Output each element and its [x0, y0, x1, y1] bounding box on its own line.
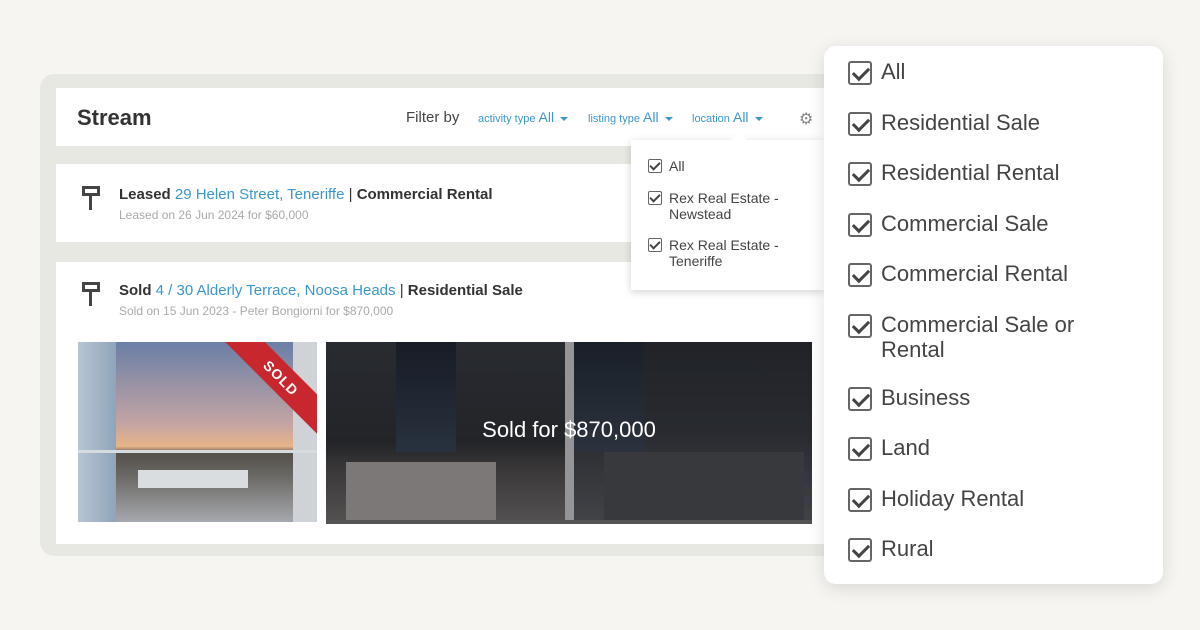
filter-label: location: [692, 113, 730, 125]
activity-address-link[interactable]: 29 Helen Street, Teneriffe: [175, 186, 345, 203]
option-label: Business: [881, 385, 971, 410]
option-label: All: [881, 59, 906, 84]
activity-listing-type: Residential Sale: [407, 282, 523, 299]
caret-down-icon: [560, 117, 569, 122]
option-label: Rural: [881, 536, 934, 561]
option-label: Commercial Rental: [881, 261, 1069, 286]
caret-down-icon: [664, 117, 673, 122]
checkbox-checked-icon[interactable]: [648, 191, 662, 205]
option-label: Holiday Rental: [881, 486, 1025, 511]
activity-detail: Sold on 15 Jun 2023 - Peter Bongiorni fo…: [119, 304, 394, 318]
activity-address-link[interactable]: 4 / 30 Alderly Terrace, Noosa Heads: [156, 282, 396, 299]
activity-headline: Leased 29 Helen Street, Teneriffe | Comm…: [119, 186, 493, 203]
separator: |: [399, 282, 404, 299]
checkbox-checked-icon[interactable]: [848, 387, 872, 411]
activity-listing-type: Commercial Rental: [356, 186, 493, 203]
checkbox-checked-icon[interactable]: [848, 112, 872, 136]
filter-value: All: [538, 109, 555, 125]
option-label: Commercial Sale: [881, 211, 1049, 236]
activity-action: Leased: [119, 186, 171, 203]
photo-detail: [78, 450, 317, 453]
checkbox-checked-icon[interactable]: [848, 213, 872, 237]
checkbox-checked-icon[interactable]: [848, 538, 872, 562]
flag-icon: [82, 282, 100, 306]
checkbox-checked-icon[interactable]: [848, 437, 872, 461]
activity-detail: Leased on 26 Jun 2024 for $60,000: [119, 208, 309, 222]
photo-detail: [78, 342, 116, 522]
checkbox-checked-icon[interactable]: [848, 488, 872, 512]
checkbox-checked-icon[interactable]: [848, 61, 872, 85]
separator: |: [348, 186, 353, 203]
flag-icon: [82, 186, 100, 210]
listing-photo-balcony[interactable]: SOLD: [78, 342, 317, 522]
page-title: Stream: [77, 105, 152, 130]
listing-type-dropdown: All Residential Sale Residential Rental …: [824, 46, 1163, 584]
option-label: Land: [881, 435, 930, 460]
photo-detail: [293, 342, 317, 522]
photo-detail: [138, 470, 248, 488]
filter-listing-type[interactable]: listing type All: [588, 109, 673, 125]
sold-price-overlay: Sold for $870,000: [482, 417, 656, 442]
filter-by-label: Filter by: [406, 109, 460, 126]
option-label: Residential Sale: [881, 110, 1040, 135]
location-dropdown: All Rex Real Estate - Newstead Rex Real …: [631, 132, 824, 290]
filter-value: All: [732, 109, 749, 125]
option-label: Rex Real Estate - Teneriffe: [669, 237, 779, 269]
gallery-bar: [326, 520, 812, 524]
checkbox-checked-icon[interactable]: [648, 159, 662, 173]
filter-label: activity type: [478, 113, 536, 125]
activity-headline: Sold 4 / 30 Alderly Terrace, Noosa Heads…: [119, 282, 523, 299]
activity-card: Sold 4 / 30 Alderly Terrace, Noosa Heads…: [56, 262, 846, 544]
filter-value: All: [643, 109, 659, 125]
gear-icon[interactable]: ⚙: [799, 109, 813, 129]
activity-action: Sold: [119, 282, 152, 299]
stream-header: Stream Filter by activity type All listi…: [56, 88, 846, 146]
checkbox-checked-icon[interactable]: [648, 238, 662, 252]
option-label: Residential Rental: [881, 160, 1060, 185]
checkbox-checked-icon[interactable]: [848, 314, 872, 338]
checkbox-checked-icon[interactable]: [848, 162, 872, 186]
option-label: Commercial Sale or Rental: [881, 312, 1075, 362]
option-label: Rex Real Estate - Newstead: [669, 190, 779, 222]
checkbox-checked-icon[interactable]: [848, 263, 872, 287]
option-label: All: [669, 158, 685, 174]
filter-location[interactable]: location All: [692, 109, 763, 125]
caret-down-icon: [754, 117, 763, 122]
filter-label: listing type: [588, 113, 640, 125]
filter-activity-type[interactable]: activity type All: [478, 109, 569, 125]
